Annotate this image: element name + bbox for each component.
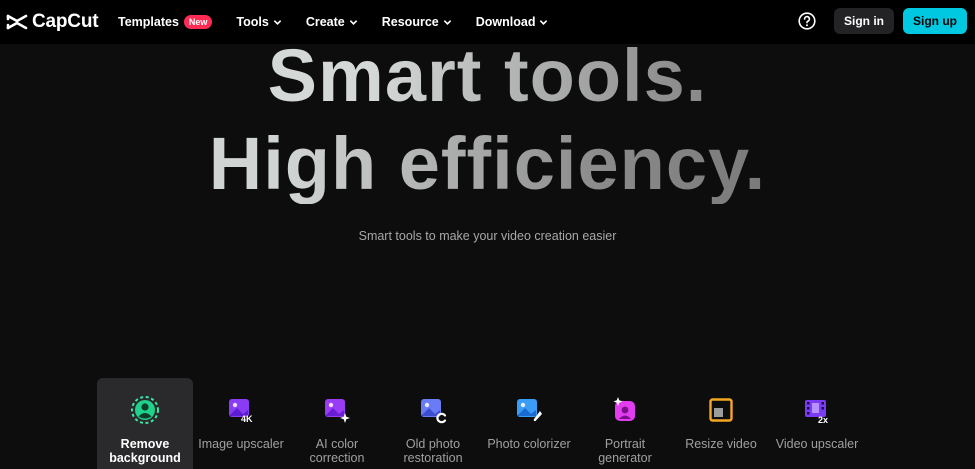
tool-label: Resize video [685, 437, 757, 451]
resize-video-icon [709, 398, 733, 422]
tool-label: Video upscaler [775, 437, 859, 451]
portrait-generator-icon [613, 397, 635, 421]
ai-color-correction-icon [325, 399, 350, 423]
chevron-down-icon [349, 19, 357, 25]
brand-name: CapCut [32, 11, 99, 32]
tool-label: Photo colorizer [487, 437, 571, 451]
nav-item-label: Tools [236, 15, 269, 29]
tool-label: Image upscaler [198, 437, 284, 451]
tool-tab-remove-background[interactable]: Remove background [97, 378, 193, 469]
chevron-down-icon [540, 19, 548, 25]
tool-tabs: Remove background 4K Image upscaler AI c… [97, 378, 865, 469]
tool-label: Portrait generator [598, 437, 652, 465]
remove-background-icon [131, 396, 159, 424]
sign-up-button[interactable]: Sign up [903, 8, 967, 34]
tool-label: AI color correction [309, 437, 365, 465]
nav-item-create[interactable]: Create [306, 15, 358, 29]
capcut-logo[interactable]: CapCut [6, 11, 99, 33]
tool-tab-video-upscaler[interactable]: 2x Video upscaler [769, 378, 865, 469]
nav-item-tools[interactable]: Tools [236, 15, 282, 29]
hero-subtitle: Smart tools to make your video creation … [358, 229, 617, 243]
nav-item-templates[interactable]: Templates New [118, 15, 213, 29]
nav-item-label: Download [475, 15, 536, 29]
chevron-down-icon [273, 19, 282, 25]
photo-colorizer-icon [517, 399, 542, 422]
old-photo-restoration-icon [421, 399, 447, 424]
nav-item-download[interactable]: Download [476, 15, 549, 29]
nav-item-resource[interactable]: Resource [382, 15, 452, 29]
hero-title-line-1: Smart tools. [0, 36, 975, 116]
nav-item-label: Create [305, 15, 345, 29]
tool-tab-ai-color-correction[interactable]: AI color correction [289, 378, 385, 469]
chevron-down-icon [443, 19, 451, 25]
svg-text:2x: 2x [818, 415, 828, 425]
image-upscaler-icon: 4K [229, 399, 253, 424]
capcut-logo-icon [6, 14, 28, 30]
nav-item-label: Templates [118, 15, 179, 29]
sign-in-button[interactable]: Sign in [834, 8, 894, 34]
tool-label: Remove background [109, 437, 181, 465]
svg-text:4K: 4K [241, 414, 253, 424]
new-badge: New [183, 15, 213, 29]
question-circle-icon[interactable] [798, 12, 816, 30]
hero-title-line-2: High efficiency. [0, 124, 975, 204]
tool-tab-resize-video[interactable]: Resize video [673, 378, 769, 469]
tool-tab-portrait-generator[interactable]: Portrait generator [577, 378, 673, 469]
tool-tab-image-upscaler[interactable]: 4K Image upscaler [193, 378, 289, 469]
tool-label: Old photo restoration [403, 437, 463, 465]
nav-item-label: Resource [381, 15, 439, 29]
tool-tab-old-photo-restoration[interactable]: Old photo restoration [385, 378, 481, 469]
video-upscaler-icon: 2x [805, 400, 828, 425]
tool-tab-photo-colorizer[interactable]: Photo colorizer [481, 378, 577, 469]
